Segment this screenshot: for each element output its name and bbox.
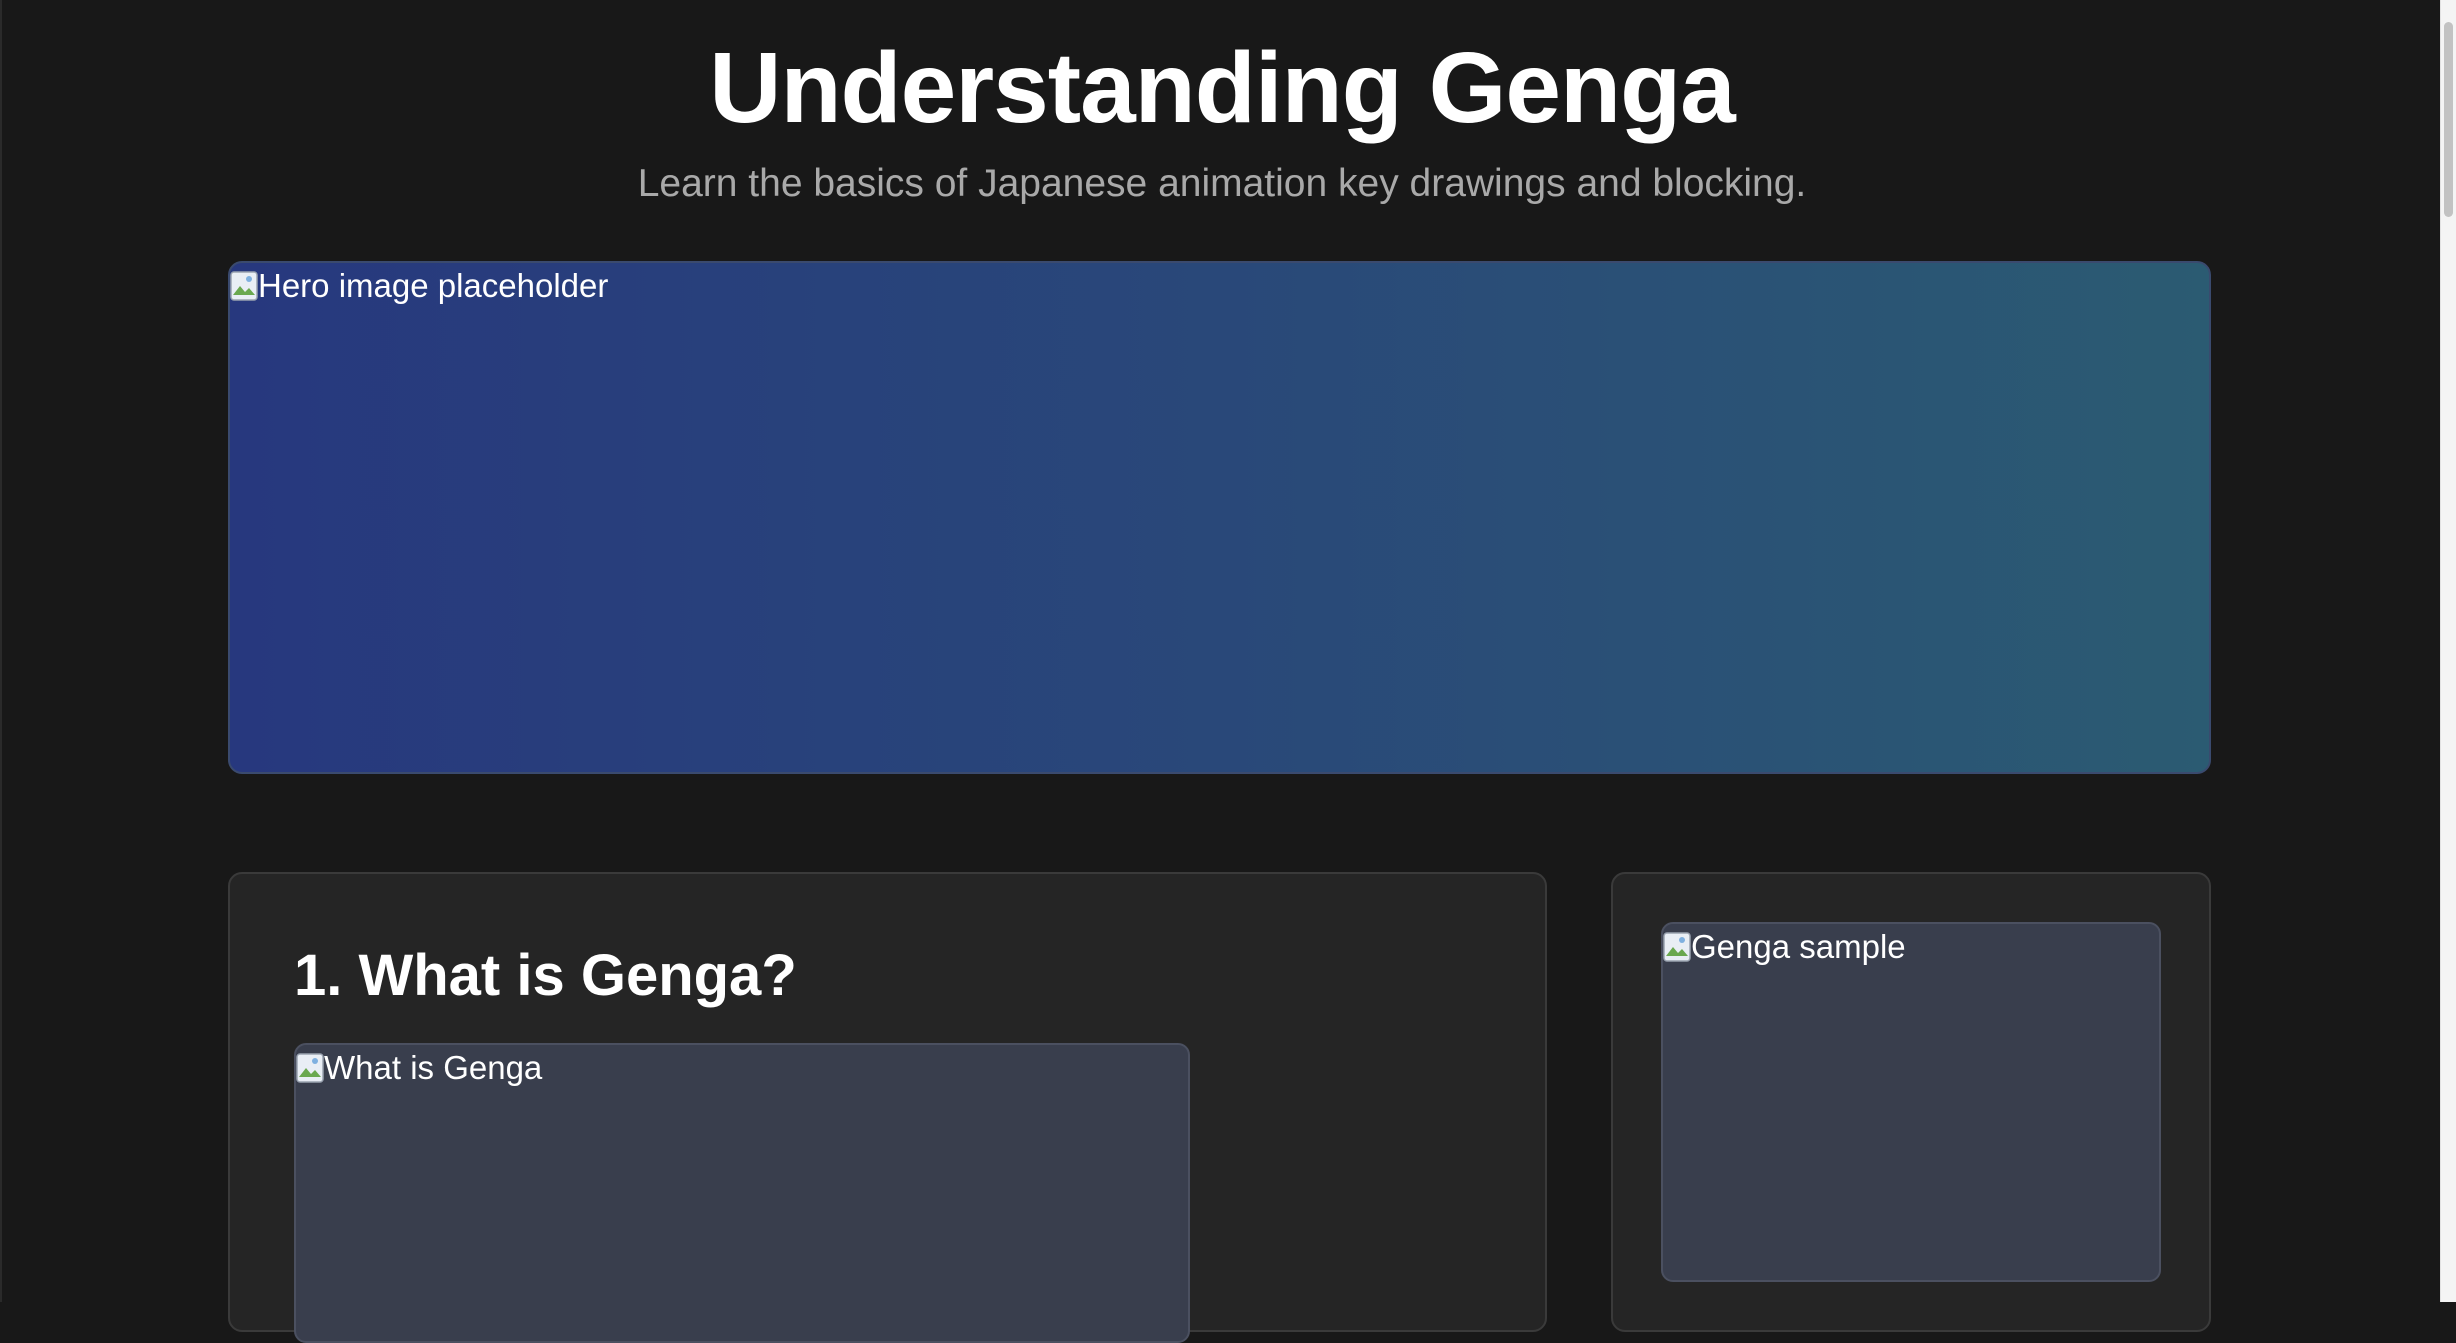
genga-sample-image: Genga sample [1661,922,2161,1282]
what-is-genga-image: What is Genga [294,1043,1190,1343]
sidebar-card: Genga sample [1611,872,2211,1332]
genga-sample-image-broken: Genga sample [1663,924,1906,970]
hero-image-broken: Hero image placeholder [230,263,608,309]
page-subtitle: Learn the basics of Japanese animation k… [637,162,1807,205]
scrollbar-thumb[interactable] [2444,22,2453,217]
what-is-genga-image-alt: What is Genga [324,1049,543,1086]
page-title: Understanding Genga [709,32,1736,144]
genga-sample-image-alt: Genga sample [1691,928,1906,965]
hero-image: Hero image placeholder [228,261,2211,774]
what-is-genga-image-broken: What is Genga [296,1045,542,1091]
section-card-what-is-genga: 1. What is Genga? What is Genga [228,872,1547,1343]
broken-image-icon [230,271,258,301]
vertical-scrollbar[interactable] [2440,0,2456,1302]
page: Understanding Genga Learn the basics of … [0,0,2440,1343]
section-heading: 1. What is Genga? [294,943,797,1008]
broken-image-icon [1663,932,1691,962]
broken-image-icon [296,1053,324,1083]
hero-image-alt: Hero image placeholder [258,267,609,304]
